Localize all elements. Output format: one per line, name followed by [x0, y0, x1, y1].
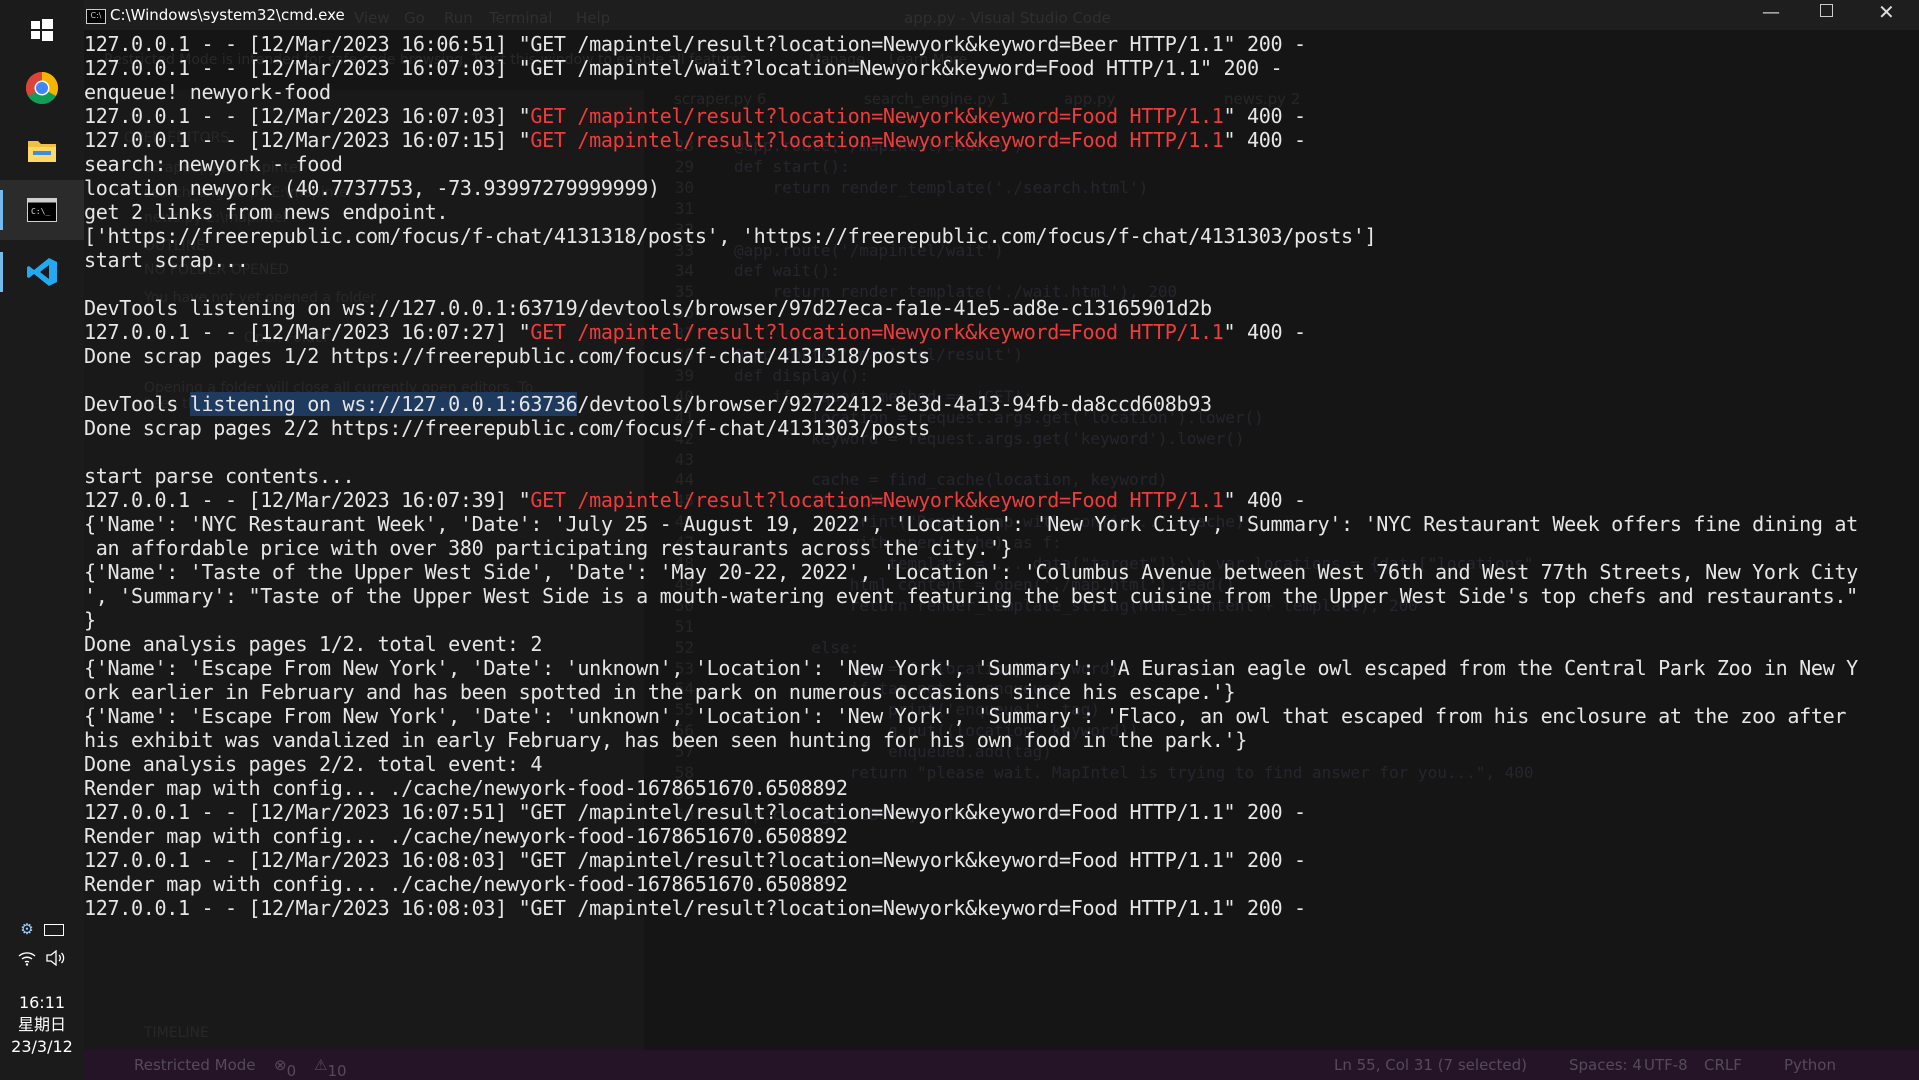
svg-text:C:\_: C:\_ [31, 207, 50, 216]
terminal-line: Render map with config... ./cache/newyor… [84, 872, 848, 896]
log-prefix: 127.0.0.1 - - [12/Mar/2023 16:07:27] " [84, 320, 531, 344]
terminal-line: {'Name': 'NYC Restaurant Week', 'Date': … [84, 512, 1858, 536]
terminal-line: 127.0.0.1 - - [12/Mar/2023 16:07:15] "GE… [84, 128, 1306, 152]
clock-weekday: 星期日 [17, 1015, 66, 1034]
error-request: GET /mapintel/result?location=Newyork&ke… [530, 104, 1224, 128]
log-status: " 400 - [1223, 488, 1307, 512]
terminal-line: DevTools listening on ws://127.0.0.1:637… [84, 296, 1212, 320]
terminal-line: {'Name': 'Taste of the Upper West Side',… [84, 560, 1858, 584]
network-status-icon[interactable]: ⚙ [20, 920, 33, 938]
terminal-line: 127.0.0.1 - - [12/Mar/2023 16:07:03] "GE… [84, 104, 1306, 128]
window-controls: — ✕ [1740, 0, 1919, 30]
terminal-line: Done analysis pages 2/2. total event: 4 [84, 752, 543, 776]
wifi-icon[interactable] [18, 950, 36, 966]
terminal-line: start parse contents... [84, 464, 355, 488]
terminal-line: 127.0.0.1 - - [12/Mar/2023 16:08:03] "GE… [84, 896, 1306, 920]
terminal-line: Render map with config... ./cache/newyor… [84, 824, 848, 848]
terminal-line: ['https://freerepublic.com/focus/f-chat/… [84, 224, 1377, 248]
cmd-taskbar-button[interactable]: C:\_ [0, 180, 84, 240]
terminal-line: } [84, 608, 96, 632]
log-status: " 400 - [1223, 320, 1307, 344]
terminal-line: 127.0.0.1 - - [12/Mar/2023 16:08:03] "GE… [84, 848, 1306, 872]
log-status: " 400 - [1223, 128, 1307, 152]
terminal-line: 127.0.0.1 - - [12/Mar/2023 16:07:51] "GE… [84, 800, 1306, 824]
cmd-window-icon: C:\ [86, 9, 106, 24]
terminal-line: Render map with config... ./cache/newyor… [84, 776, 848, 800]
log-status: " 400 - [1223, 104, 1307, 128]
folder-icon [28, 141, 56, 162]
log-suffix: /devtools/browser/92722412-8e3d-4a13-94f… [577, 392, 1212, 416]
terminal-line: 127.0.0.1 - - [12/Mar/2023 16:06:51] "GE… [84, 32, 1306, 56]
windows-logo-icon [31, 19, 53, 41]
taskbar-clock[interactable]: 16:11 星期日 23/3/12 [0, 992, 84, 1058]
vscode-window-title: app.py - Visual Studio Code [904, 9, 1111, 27]
clock-date: 23/3/12 [11, 1037, 73, 1056]
log-prefix: DevTools [84, 392, 190, 416]
terminal-line: Done scrap pages 1/2 https://freerepubli… [84, 344, 930, 368]
terminal-line: ork earlier in February and has been spo… [84, 680, 1236, 704]
command-prompt-icon: C:\_ [27, 198, 57, 222]
terminal-line: 127.0.0.1 - - [12/Mar/2023 16:07:03] "GE… [84, 56, 1283, 80]
vscode-icon [27, 258, 57, 286]
battery-icon[interactable] [43, 924, 64, 936]
error-request: GET /mapintel/result?location=Newyork&ke… [530, 128, 1224, 152]
system-tray-row-2 [0, 950, 84, 966]
clock-time: 16:11 [18, 993, 66, 1012]
log-prefix: 127.0.0.1 - - [12/Mar/2023 16:07:39] " [84, 488, 531, 512]
volume-icon[interactable] [46, 950, 66, 966]
cmd-titlebar[interactable]: C:\ C:\Windows\system32\cmd.exe [84, 0, 864, 30]
terminal-line: location newyork (40.7737753, -73.939972… [84, 176, 660, 200]
terminal-line: ', 'Summary': "Taste of the Upper West S… [84, 584, 1858, 608]
chrome-icon [25, 71, 59, 105]
maximize-button[interactable] [1820, 4, 1833, 17]
terminal-line: {'Name': 'Escape From New York', 'Date':… [84, 704, 1847, 728]
file-explorer-taskbar-button[interactable] [0, 120, 84, 180]
selected-text[interactable]: listening on ws://127.0.0.1:63736 [189, 392, 578, 416]
terminal-line: DevTools listening on ws://127.0.0.1:637… [84, 392, 1212, 416]
system-tray-row-1: ⚙ [0, 920, 84, 938]
log-prefix: 127.0.0.1 - - [12/Mar/2023 16:07:03] " [84, 104, 531, 128]
terminal-line: Done analysis pages 1/2. total event: 2 [84, 632, 543, 656]
desktop: View Go Run Terminal Help app.py - Visua… [0, 0, 1919, 1080]
terminal-line: Done scrap pages 2/2 https://freerepubli… [84, 416, 930, 440]
minimize-button[interactable]: — [1762, 2, 1780, 23]
terminal-line: an affordable price with over 380 partic… [84, 536, 1013, 560]
terminal-output[interactable]: 127.0.0.1 - - [12/Mar/2023 16:06:51] "GE… [84, 32, 1919, 1080]
terminal-line: search: newyork - food [84, 152, 343, 176]
error-request: GET /mapintel/result?location=Newyork&ke… [530, 488, 1224, 512]
terminal-line: 127.0.0.1 - - [12/Mar/2023 16:07:39] "GE… [84, 488, 1306, 512]
log-prefix: 127.0.0.1 - - [12/Mar/2023 16:07:15] " [84, 128, 531, 152]
terminal-line: 127.0.0.1 - - [12/Mar/2023 16:07:27] "GE… [84, 320, 1306, 344]
terminal-line: his exhibit was vandalized in early Febr… [84, 728, 1247, 752]
cmd-window-title: C:\Windows\system32\cmd.exe [110, 6, 345, 24]
error-request: GET /mapintel/result?location=Newyork&ke… [530, 320, 1224, 344]
close-button[interactable]: ✕ [1878, 0, 1895, 24]
terminal-line: {'Name': 'Escape From New York', 'Date':… [84, 656, 1858, 680]
vscode-taskbar-button[interactable] [0, 242, 84, 302]
terminal-line: start scrap... [84, 248, 249, 272]
chrome-taskbar-button[interactable] [0, 58, 84, 118]
terminal-line: get 2 links from news endpoint. [84, 200, 449, 224]
taskbar: C:\_ ⚙ 16:11 星期日 23/3/12 [0, 0, 84, 1080]
terminal-line: enqueue! newyork-food [84, 80, 331, 104]
windows-start-button[interactable] [0, 0, 84, 60]
